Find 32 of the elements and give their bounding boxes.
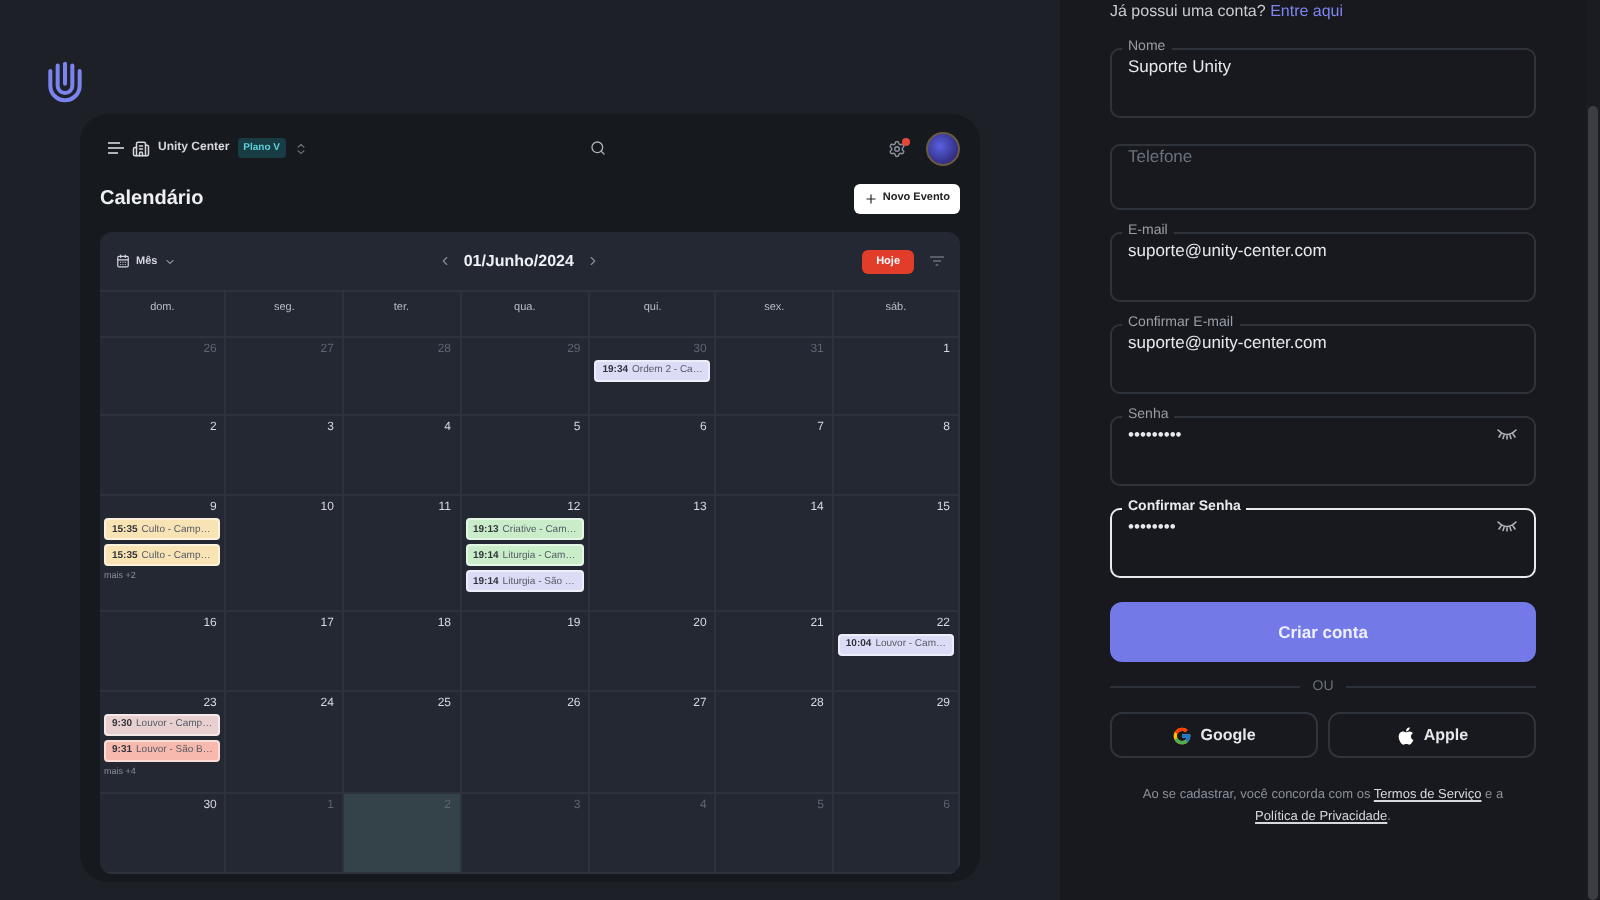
settings-icon[interactable] — [888, 139, 907, 157]
calendar-icon — [116, 254, 130, 268]
login-link[interactable]: Entre aqui — [1270, 2, 1344, 20]
chevron-left-icon — [437, 254, 452, 268]
building-icon — [132, 139, 150, 157]
chevron-right-icon — [585, 254, 600, 268]
eye-closed-icon[interactable] — [1496, 428, 1518, 440]
eye-closed-icon[interactable] — [1496, 520, 1518, 532]
next-button[interactable] — [585, 254, 600, 268]
text-input[interactable]: Suporte Unity — [1128, 56, 1518, 76]
menu-icon[interactable] — [108, 142, 124, 154]
login-prompt: Já possui uma conta? Entre aqui — [1110, 0, 1346, 24]
social-login-button[interactable]: Apple — [1328, 712, 1536, 758]
text-input[interactable]: ••••••••• — [1128, 424, 1496, 444]
plus-icon — [864, 191, 879, 205]
google-icon — [1172, 725, 1193, 745]
text-input[interactable]: suporte@unity-center.com — [1128, 240, 1518, 260]
text-input[interactable]: Telefone — [1128, 146, 1518, 166]
text-input[interactable]: •••••••• — [1128, 516, 1496, 536]
chevron-down-icon — [163, 255, 176, 267]
apple-icon — [1395, 725, 1416, 745]
avatar[interactable] — [926, 131, 961, 165]
filter-icon[interactable] — [930, 256, 944, 266]
chevrons-icon[interactable] — [294, 141, 309, 155]
text-input[interactable]: suporte@unity-center.com — [1128, 332, 1518, 352]
logo-icon — [44, 60, 86, 104]
previous-button[interactable] — [437, 254, 452, 268]
input-field[interactable]: Telefone — [1110, 144, 1536, 210]
search-icon[interactable] — [590, 140, 607, 156]
period-label: 01/Junho/2024 — [463, 252, 574, 270]
page-title: Calendário — [100, 187, 204, 209]
social-login-button[interactable]: Google — [1110, 712, 1318, 758]
